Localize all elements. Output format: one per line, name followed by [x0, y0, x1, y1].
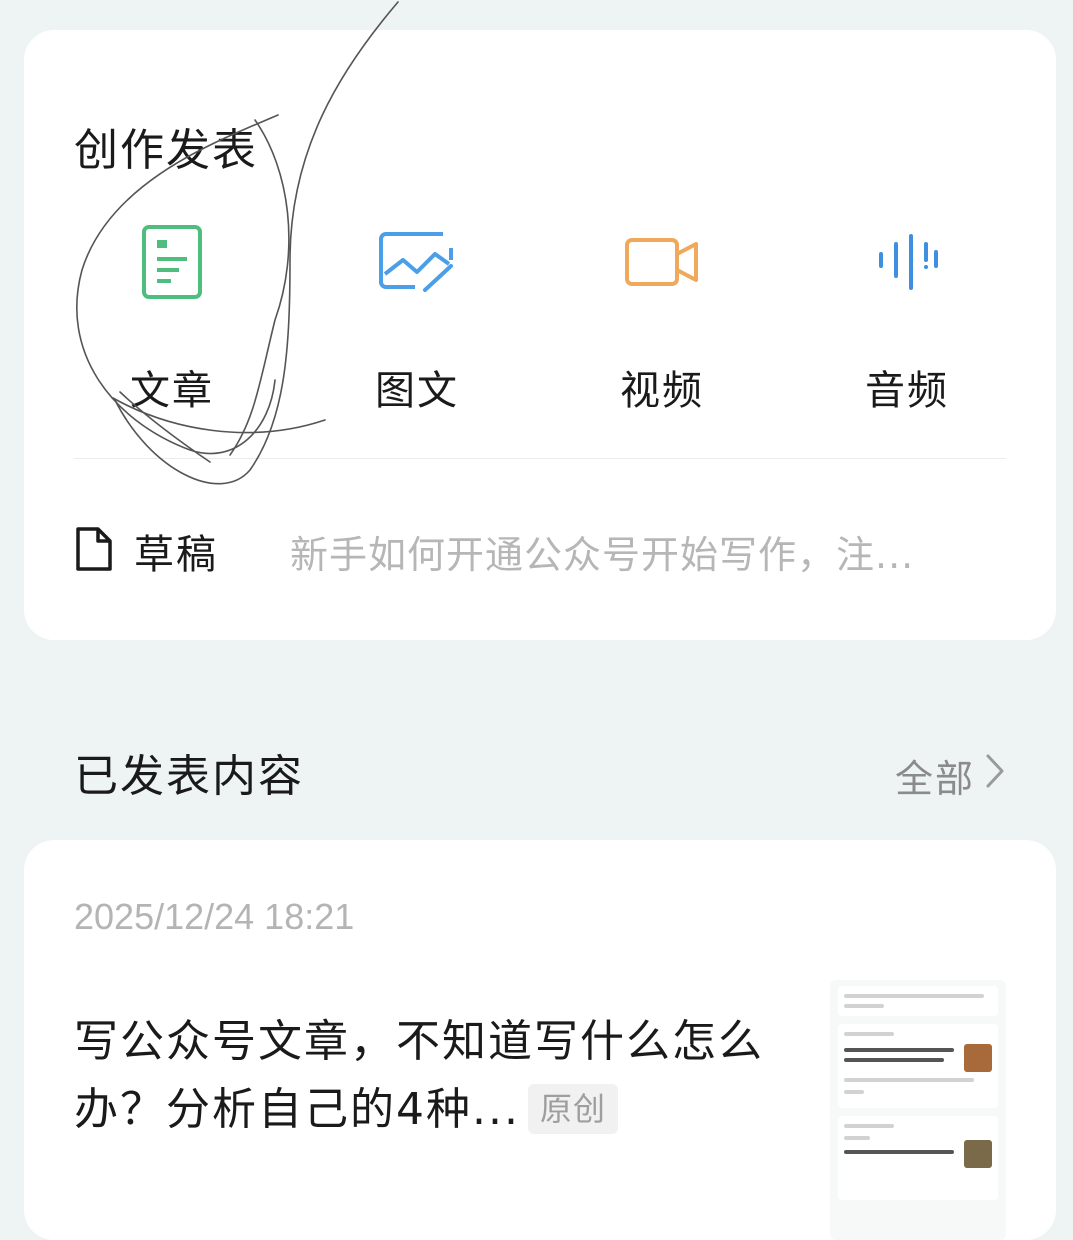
image-text-icon — [375, 220, 459, 304]
tool-image-text[interactable]: 图文 — [317, 220, 517, 420]
post-thumbnail[interactable] — [830, 980, 1006, 1240]
tool-audio[interactable]: 音频 — [807, 220, 1007, 420]
tool-video-label: 视频 — [620, 368, 704, 414]
all-published-link[interactable]: 全部 — [895, 748, 1005, 803]
draft-preview: 新手如何开通公众号开始写作，注... — [290, 532, 915, 577]
audio-wave-icon — [865, 220, 949, 304]
tool-image-text-label: 图文 — [375, 368, 459, 414]
thumbnail-article-block — [838, 1024, 998, 1108]
create-section-title: 创作发表 — [74, 125, 258, 176]
thumbnail-stats-block — [838, 986, 998, 1016]
thumbnail-article-block — [838, 1116, 998, 1200]
published-section-title: 已发表内容 — [74, 751, 304, 802]
thumbnail-image — [964, 1140, 992, 1168]
divider — [74, 458, 1006, 459]
draft-label: 草稿 — [134, 532, 218, 578]
article-icon — [130, 220, 214, 304]
video-camera-icon — [620, 220, 704, 304]
post-title[interactable]: 写公众号文章，不知道写什么怎么办？分析自己的4种... 原创 — [74, 1008, 774, 1144]
create-card: 创作发表 文章 图文 视频 音频 草稿 新手如何开通公众号开始写作，注... — [24, 30, 1056, 640]
thumbnail-image — [964, 1044, 992, 1072]
draft-row[interactable]: 草稿 新手如何开通公众号开始写作，注... — [74, 516, 1006, 586]
tool-article-label: 文章 — [130, 368, 214, 414]
all-published-label: 全部 — [894, 757, 975, 801]
post-title-text: 写公众号文章，不知道写什么怎么办？分析自己的4种... — [74, 1016, 764, 1135]
chevron-right-icon — [985, 753, 1005, 798]
draft-file-icon — [74, 526, 114, 576]
post-date: 2025/12/24 18:21 — [74, 896, 355, 937]
tool-audio-label: 音频 — [865, 368, 949, 414]
original-badge: 原创 — [527, 1084, 618, 1134]
post-card[interactable]: 2025/12/24 18:21 写公众号文章，不知道写什么怎么办？分析自己的4… — [24, 840, 1056, 1240]
tool-article[interactable]: 文章 — [72, 220, 272, 420]
tool-video[interactable]: 视频 — [562, 220, 762, 420]
